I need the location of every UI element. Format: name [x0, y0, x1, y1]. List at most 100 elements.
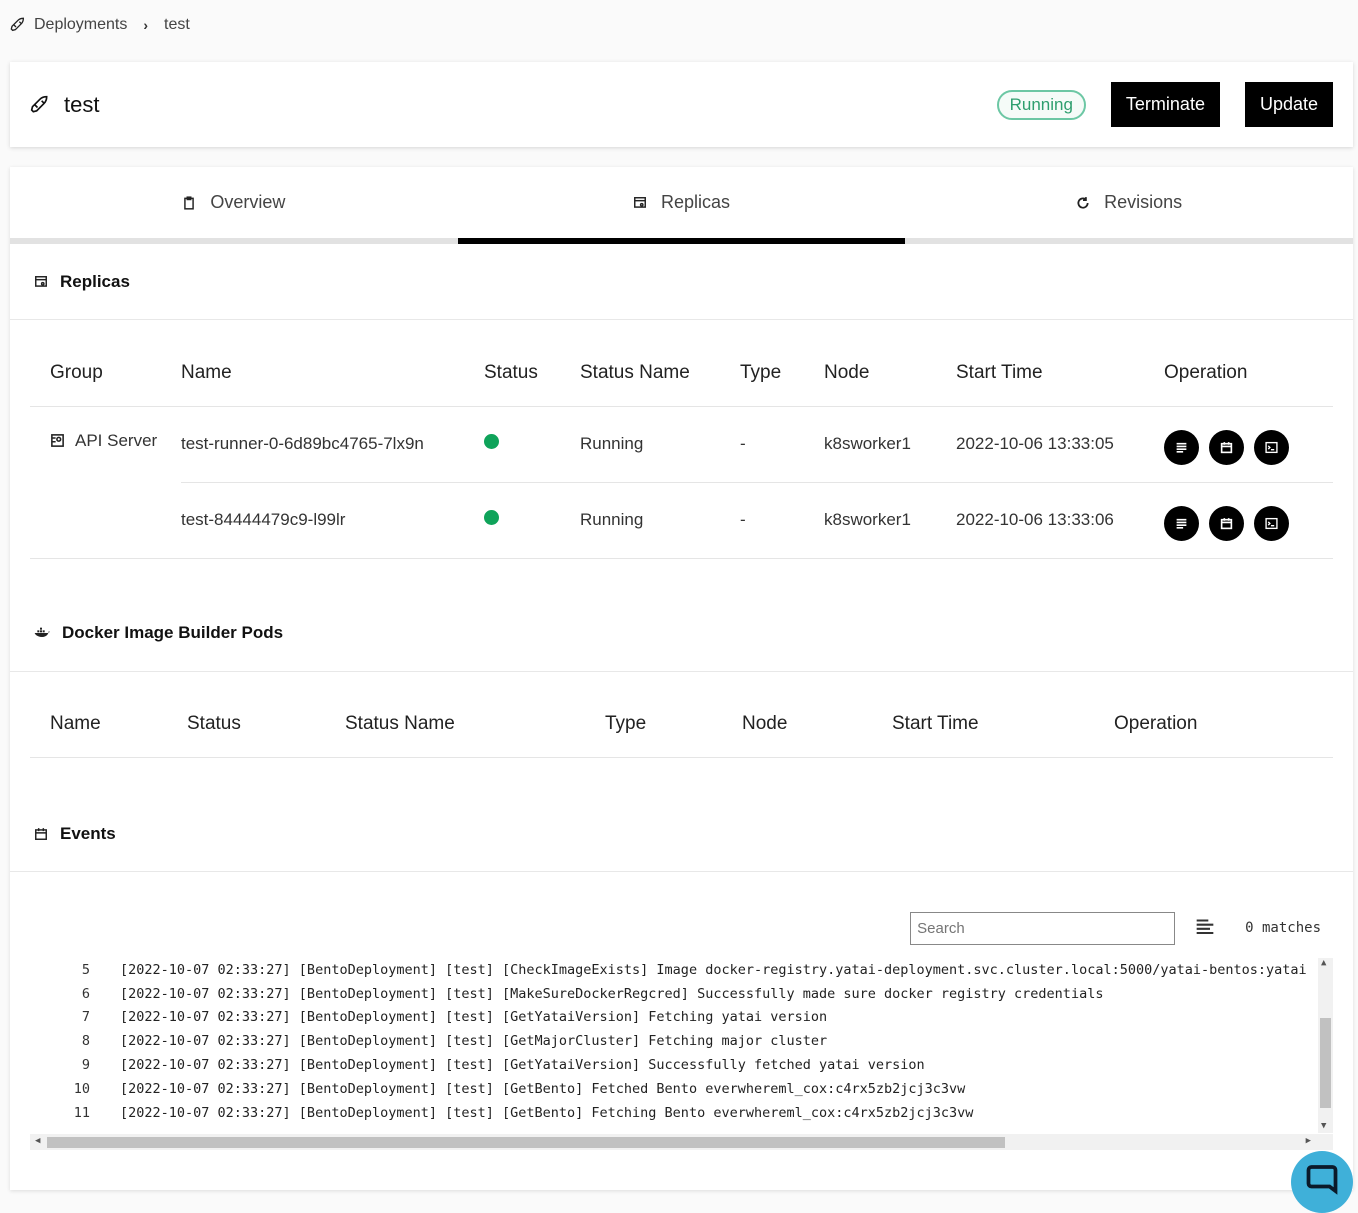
calendar-icon: [35, 827, 47, 840]
rocket-icon: [30, 95, 48, 113]
col-status-name: Status Name: [345, 671, 605, 758]
builder-table: Name Status Status Name Type Node Start …: [30, 671, 1333, 758]
col-node: Node: [824, 320, 956, 407]
clipboard-icon: [184, 195, 195, 210]
line-text: [2022-10-07 02:33:27] [BentoDeployment] …: [120, 961, 1307, 978]
events-button[interactable]: [1209, 429, 1244, 465]
replica-node: k8sworker1: [824, 482, 956, 559]
replica-type: -: [740, 482, 824, 559]
breadcrumb-deployments[interactable]: Deployments: [10, 16, 127, 34]
docker-icon: [34, 627, 50, 637]
update-button[interactable]: Update: [1244, 82, 1333, 127]
tab-bar: Overview Replicas Revisions: [10, 167, 1353, 244]
col-status-name: Status Name: [580, 320, 740, 407]
horizontal-scroll-thumb[interactable]: [47, 1137, 1005, 1148]
events-toolbar: 0 matches: [10, 872, 1353, 952]
scroll-up-icon[interactable]: ▲: [1321, 958, 1326, 968]
status-dot: [484, 510, 499, 525]
line-number: 5: [81, 961, 90, 978]
line-text: [2022-10-07 02:33:27] [BentoDeployment] …: [120, 1033, 828, 1050]
scroll-down-icon[interactable]: ▼: [1321, 1121, 1326, 1131]
logs-button[interactable]: [1164, 505, 1199, 541]
line-text: [2022-10-07 02:33:27] [BentoDeployment] …: [120, 1009, 828, 1026]
tab-overview[interactable]: Overview: [10, 167, 458, 238]
replica-type: -: [740, 406, 824, 483]
replica-name: test-runner-0-6d89bc4765-7lx9n: [181, 406, 484, 483]
builder-section-title: Docker Image Builder Pods: [10, 596, 1353, 672]
log-lines: 5 [2022-10-07 02:33:27] [BentoDeployment]…: [30, 958, 1333, 1125]
page-title: test: [30, 92, 99, 118]
log-line: 7 [2022-10-07 02:33:27] [BentoDeployment]…: [30, 1006, 1333, 1030]
log-line: 11 [2022-10-07 02:33:27] [BentoDeployment…: [30, 1101, 1333, 1125]
deployment-name: test: [64, 91, 100, 117]
deployment-header: test Running Terminate Update: [10, 62, 1353, 147]
refresh-icon: [1077, 196, 1089, 209]
tab-revisions-label: Revisions: [1104, 192, 1183, 212]
log-line: 5 [2022-10-07 02:33:27] [BentoDeployment]…: [30, 958, 1333, 982]
col-start-time: Start Time: [892, 671, 1114, 758]
status-dot: [484, 434, 499, 449]
tab-replicas[interactable]: Replicas: [457, 167, 906, 244]
calendar-icon: [1220, 517, 1233, 529]
group-cell: API Server: [30, 406, 181, 559]
log-line: 10 [2022-10-07 02:33:27] [BentoDeployment…: [30, 1077, 1333, 1101]
align-left-icon[interactable]: [1195, 918, 1215, 938]
replicas-icon: [35, 275, 47, 287]
replicas-table: Group Name Status Status Name Type Node …: [30, 320, 1333, 559]
vertical-scrollbar[interactable]: ▲ ▼: [1318, 958, 1333, 1133]
tab-replicas-label: Replicas: [660, 192, 731, 212]
line-text: [2022-10-07 02:33:27] [BentoDeployment] …: [120, 985, 1104, 1002]
chat-widget-button[interactable]: [1291, 1151, 1353, 1213]
operation-cell: [1164, 482, 1333, 559]
operation-cell: [1164, 406, 1333, 483]
col-group: Group: [30, 320, 181, 407]
terminate-button[interactable]: Terminate: [1110, 82, 1220, 127]
col-status: Status: [484, 320, 580, 407]
scroll-right-icon[interactable]: ▶: [1306, 1136, 1311, 1146]
events-button[interactable]: [1209, 505, 1244, 541]
line-number: 11: [73, 1104, 90, 1121]
logs-button[interactable]: [1164, 429, 1199, 465]
main-panel: Overview Replicas Revisions Replicas Gro…: [10, 167, 1353, 1190]
terminal-button[interactable]: [1254, 505, 1289, 541]
line-text: [2022-10-07 02:33:27] [BentoDeployment] …: [120, 1080, 966, 1097]
line-number: 8: [81, 1033, 90, 1050]
replica-status-name: Running: [580, 406, 740, 483]
calendar-icon: [1220, 441, 1233, 453]
events-title: Events: [60, 823, 116, 843]
search-input[interactable]: [910, 911, 1176, 945]
col-operation: Operation: [1164, 320, 1333, 407]
lines-icon: [1176, 442, 1187, 453]
tab-revisions[interactable]: Revisions: [905, 167, 1353, 238]
scroll-left-icon[interactable]: ◀: [35, 1136, 40, 1146]
events-section-title: Events: [10, 796, 1353, 872]
event-log[interactable]: 5 [2022-10-07 02:33:27] [BentoDeployment]…: [30, 958, 1333, 1150]
breadcrumb: Deployments › test: [10, 16, 190, 34]
col-node: Node: [742, 671, 892, 758]
line-text: [2022-10-07 02:33:27] [BentoDeployment] …: [120, 1057, 925, 1074]
col-type: Type: [605, 671, 742, 758]
log-line: 8 [2022-10-07 02:33:27] [BentoDeployment]…: [30, 1029, 1333, 1053]
replica-name: test-84444479c9-l99lr: [181, 482, 484, 559]
terminal-button[interactable]: [1254, 429, 1289, 465]
replicas-title: Replicas: [60, 271, 130, 291]
breadcrumb-deployments-label: Deployments: [34, 16, 128, 33]
col-operation: Operation: [1114, 671, 1333, 758]
lines-icon: [1176, 518, 1187, 529]
replica-status-name: Running: [580, 482, 740, 559]
line-number: 6: [81, 985, 90, 1002]
tab-overview-label: Overview: [210, 192, 286, 212]
col-name: Name: [30, 671, 187, 758]
log-line: 9 [2022-10-07 02:33:27] [BentoDeployment]…: [30, 1053, 1333, 1077]
horizontal-scrollbar[interactable]: ◀ ▶: [30, 1134, 1333, 1150]
log-line: 6 [2022-10-07 02:33:27] [BentoDeployment]…: [30, 982, 1333, 1006]
replica-node: k8sworker1: [824, 406, 956, 483]
match-count: 0 matches: [1245, 920, 1321, 936]
col-type: Type: [740, 320, 824, 407]
col-name: Name: [181, 320, 484, 407]
vertical-scroll-thumb[interactable]: [1320, 1018, 1331, 1108]
chevron-right-icon: ›: [143, 17, 149, 33]
terminal-icon: [1265, 517, 1278, 529]
line-number: 7: [81, 1009, 90, 1026]
replicas-icon: [634, 196, 646, 208]
